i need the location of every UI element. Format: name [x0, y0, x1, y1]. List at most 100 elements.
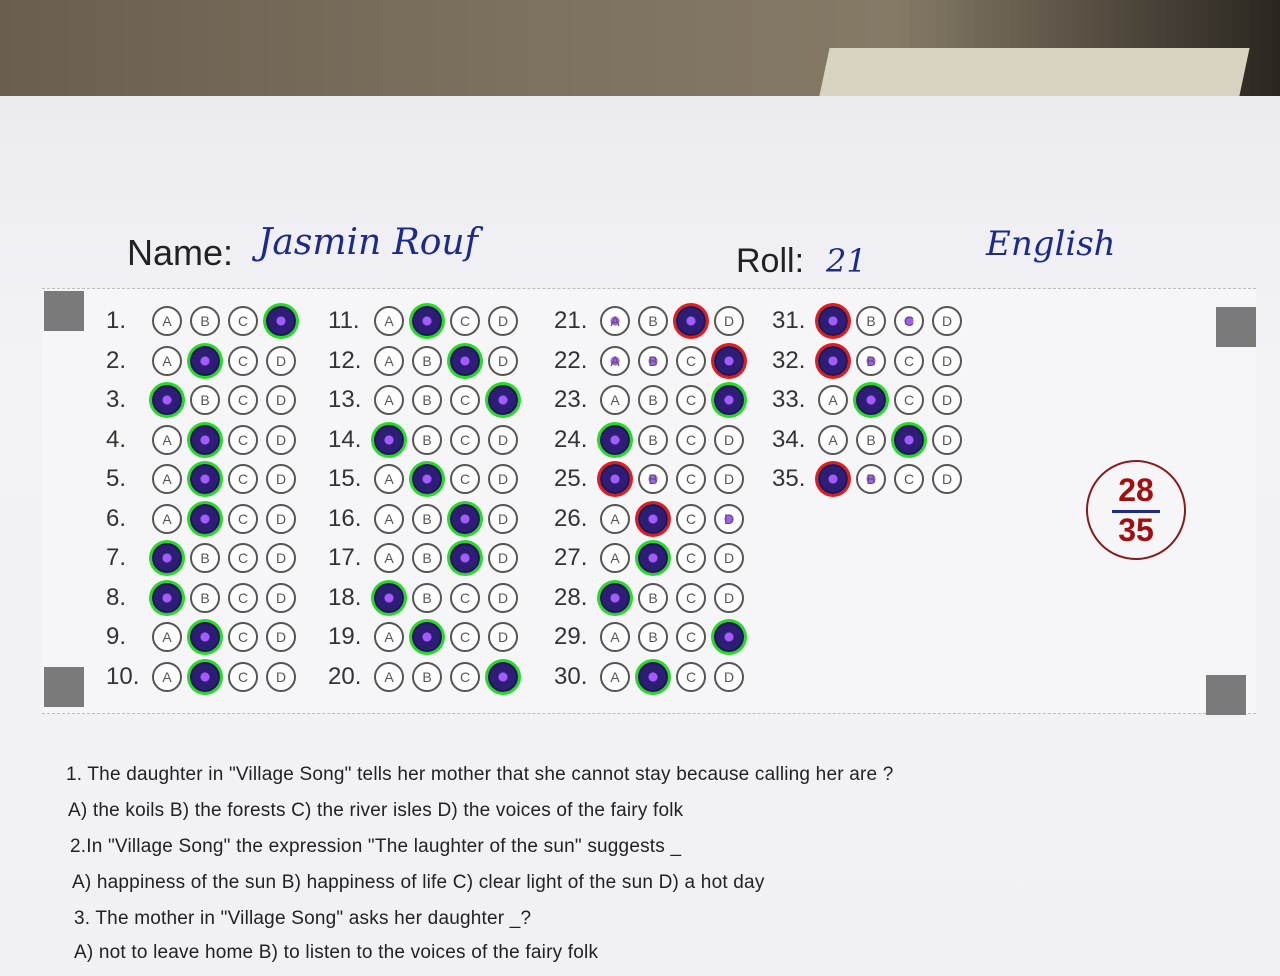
option-bubble-c[interactable]: C	[450, 306, 480, 336]
option-bubble-c[interactable]: C	[228, 622, 258, 652]
option-bubble-b[interactable]: B	[412, 464, 442, 494]
option-bubble-c[interactable]: C	[450, 385, 480, 415]
option-bubble-b[interactable]: B	[638, 345, 668, 376]
option-bubble-a[interactable]: A	[600, 345, 630, 376]
option-bubble-d[interactable]: D	[488, 345, 518, 376]
option-bubble-a[interactable]: A	[152, 385, 182, 415]
option-bubble-d[interactable]: D	[266, 464, 296, 494]
option-bubble-b[interactable]: B	[856, 424, 886, 455]
option-bubble-b[interactable]: B	[638, 543, 668, 573]
option-bubble-d[interactable]: D	[714, 543, 744, 573]
option-bubble-d[interactable]: D	[488, 622, 518, 652]
option-bubble-c[interactable]: C	[894, 424, 924, 455]
option-bubble-c[interactable]: C	[894, 345, 924, 376]
option-bubble-d[interactable]: D	[266, 306, 296, 336]
option-bubble-b[interactable]: B	[412, 424, 442, 455]
option-bubble-c[interactable]: C	[676, 345, 706, 376]
option-bubble-d[interactable]: D	[714, 464, 744, 494]
option-bubble-d[interactable]: D	[714, 424, 744, 455]
option-bubble-b[interactable]: B	[412, 582, 442, 613]
option-bubble-d[interactable]: D	[714, 503, 744, 534]
option-bubble-b[interactable]: B	[856, 306, 886, 336]
option-bubble-a[interactable]: A	[374, 464, 404, 494]
option-bubble-c[interactable]: C	[894, 464, 924, 494]
option-bubble-d[interactable]: D	[932, 464, 962, 494]
option-bubble-a[interactable]: A	[374, 543, 404, 573]
option-bubble-a[interactable]: A	[600, 503, 630, 534]
option-bubble-c[interactable]: C	[894, 306, 924, 336]
option-bubble-d[interactable]: D	[266, 385, 296, 415]
option-bubble-d[interactable]: D	[932, 385, 962, 415]
option-bubble-b[interactable]: B	[638, 306, 668, 336]
option-bubble-a[interactable]: A	[374, 503, 404, 534]
option-bubble-d[interactable]: D	[714, 582, 744, 613]
option-bubble-b[interactable]: B	[412, 345, 442, 376]
option-bubble-b[interactable]: B	[638, 424, 668, 455]
option-bubble-a[interactable]: A	[152, 424, 182, 455]
option-bubble-b[interactable]: B	[190, 582, 220, 613]
option-bubble-d[interactable]: D	[266, 661, 296, 692]
option-bubble-b[interactable]: B	[856, 464, 886, 494]
option-bubble-c[interactable]: C	[228, 543, 258, 573]
option-bubble-d[interactable]: D	[714, 622, 744, 652]
option-bubble-c[interactable]: C	[450, 622, 480, 652]
option-bubble-b[interactable]: B	[638, 464, 668, 494]
option-bubble-d[interactable]: D	[932, 306, 962, 336]
option-bubble-b[interactable]: B	[190, 464, 220, 494]
option-bubble-c[interactable]: C	[676, 503, 706, 534]
option-bubble-c[interactable]: C	[676, 661, 706, 692]
option-bubble-b[interactable]: B	[638, 385, 668, 415]
option-bubble-b[interactable]: B	[638, 661, 668, 692]
option-bubble-a[interactable]: A	[152, 503, 182, 534]
option-bubble-d[interactable]: D	[488, 503, 518, 534]
option-bubble-b[interactable]: B	[638, 622, 668, 652]
option-bubble-d[interactable]: D	[714, 345, 744, 376]
option-bubble-a[interactable]: A	[374, 345, 404, 376]
option-bubble-b[interactable]: B	[190, 661, 220, 692]
option-bubble-d[interactable]: D	[488, 543, 518, 573]
option-bubble-b[interactable]: B	[856, 345, 886, 376]
option-bubble-c[interactable]: C	[228, 385, 258, 415]
option-bubble-c[interactable]: C	[450, 345, 480, 376]
option-bubble-c[interactable]: C	[450, 503, 480, 534]
option-bubble-a[interactable]: A	[818, 306, 848, 336]
option-bubble-c[interactable]: C	[450, 464, 480, 494]
option-bubble-a[interactable]: A	[152, 622, 182, 652]
option-bubble-c[interactable]: C	[228, 345, 258, 376]
option-bubble-a[interactable]: A	[152, 582, 182, 613]
option-bubble-d[interactable]: D	[266, 345, 296, 376]
option-bubble-c[interactable]: C	[228, 306, 258, 336]
option-bubble-b[interactable]: B	[412, 503, 442, 534]
option-bubble-b[interactable]: B	[412, 306, 442, 336]
option-bubble-d[interactable]: D	[932, 424, 962, 455]
option-bubble-d[interactable]: D	[488, 582, 518, 613]
option-bubble-d[interactable]: D	[714, 385, 744, 415]
option-bubble-c[interactable]: C	[450, 582, 480, 613]
option-bubble-b[interactable]: B	[638, 582, 668, 613]
option-bubble-c[interactable]: C	[450, 661, 480, 692]
option-bubble-a[interactable]: A	[152, 543, 182, 573]
option-bubble-d[interactable]: D	[266, 622, 296, 652]
option-bubble-d[interactable]: D	[488, 464, 518, 494]
option-bubble-a[interactable]: A	[374, 582, 404, 613]
option-bubble-a[interactable]: A	[600, 543, 630, 573]
option-bubble-c[interactable]: C	[676, 464, 706, 494]
option-bubble-a[interactable]: A	[600, 582, 630, 613]
option-bubble-a[interactable]: A	[152, 345, 182, 376]
option-bubble-c[interactable]: C	[228, 582, 258, 613]
option-bubble-c[interactable]: C	[228, 424, 258, 455]
option-bubble-a[interactable]: A	[600, 424, 630, 455]
option-bubble-d[interactable]: D	[488, 424, 518, 455]
option-bubble-a[interactable]: A	[152, 661, 182, 692]
option-bubble-d[interactable]: D	[266, 582, 296, 613]
option-bubble-b[interactable]: B	[190, 345, 220, 376]
option-bubble-c[interactable]: C	[894, 385, 924, 415]
option-bubble-b[interactable]: B	[190, 503, 220, 534]
option-bubble-a[interactable]: A	[374, 385, 404, 415]
option-bubble-a[interactable]: A	[374, 622, 404, 652]
option-bubble-c[interactable]: C	[228, 503, 258, 534]
option-bubble-c[interactable]: C	[676, 622, 706, 652]
option-bubble-c[interactable]: C	[676, 385, 706, 415]
option-bubble-a[interactable]: A	[818, 464, 848, 494]
option-bubble-a[interactable]: A	[600, 661, 630, 692]
